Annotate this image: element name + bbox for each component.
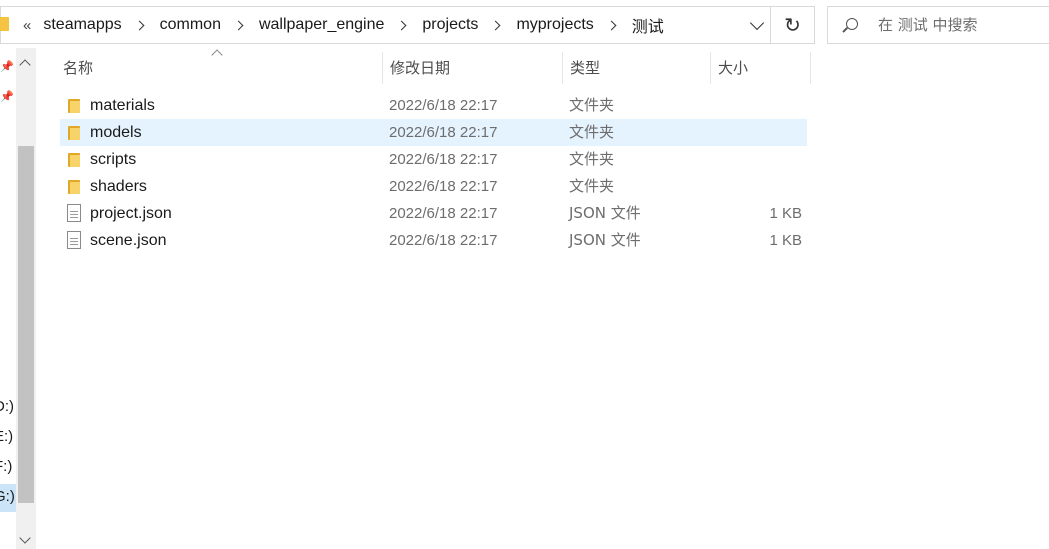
address-bar[interactable]: « steamapps common wallpaper_engine proj… bbox=[0, 6, 815, 44]
nav-item-drive[interactable]: G:) bbox=[0, 488, 15, 505]
file-date: 2022/6/18 22:17 bbox=[389, 205, 498, 222]
nav-scrollbar[interactable] bbox=[16, 48, 36, 549]
file-name: models bbox=[90, 124, 142, 141]
column-header-date[interactable]: 修改日期 bbox=[382, 52, 562, 84]
folder-icon bbox=[0, 17, 9, 31]
navigation-pane: 📌 📌 D:) E:) F:) G:) bbox=[0, 48, 38, 549]
json-file-icon bbox=[67, 204, 81, 222]
breadcrumb: « steamapps common wallpaper_engine proj… bbox=[23, 7, 666, 43]
refresh-button[interactable]: ↻ bbox=[770, 7, 814, 43]
file-date: 2022/6/18 22:17 bbox=[389, 151, 498, 168]
pin-icon: 📌 bbox=[0, 91, 14, 103]
folder-icon bbox=[68, 126, 80, 140]
chevron-right-icon[interactable] bbox=[606, 20, 617, 30]
nav-item-drive[interactable]: F:) bbox=[0, 458, 12, 475]
file-row[interactable]: scene.json 2022/6/18 22:17 JSON 文件 1 KB bbox=[60, 227, 807, 254]
folder-icon bbox=[68, 99, 80, 113]
file-type: JSON 文件 bbox=[569, 204, 641, 222]
breadcrumb-steamapps[interactable]: steamapps bbox=[41, 16, 123, 34]
json-file-icon bbox=[67, 231, 81, 249]
file-type: 文件夹 bbox=[569, 150, 615, 168]
breadcrumb-wallpaper-engine[interactable]: wallpaper_engine bbox=[257, 16, 386, 34]
overflow-chevron-icon[interactable]: « bbox=[23, 17, 31, 34]
breadcrumb-common[interactable]: common bbox=[158, 16, 223, 34]
file-name: project.json bbox=[90, 205, 172, 222]
file-row[interactable]: project.json 2022/6/18 22:17 JSON 文件 1 K… bbox=[60, 200, 807, 227]
column-header-name[interactable]: 名称 bbox=[55, 52, 382, 84]
search-box[interactable]: 在 测试 中搜索 bbox=[827, 6, 1049, 44]
nav-item-drive[interactable]: E:) bbox=[0, 428, 13, 445]
file-row[interactable]: materials 2022/6/18 22:17 文件夹 bbox=[60, 92, 807, 119]
folder-icon bbox=[68, 153, 80, 167]
file-date: 2022/6/18 22:17 bbox=[389, 124, 498, 141]
file-type: 文件夹 bbox=[569, 123, 615, 141]
file-row[interactable]: shaders 2022/6/18 22:17 文件夹 bbox=[60, 173, 807, 200]
column-header-size[interactable]: 大小 bbox=[710, 52, 810, 84]
file-name: scene.json bbox=[90, 232, 167, 249]
scroll-down-icon[interactable] bbox=[19, 532, 31, 544]
file-name: materials bbox=[90, 97, 155, 114]
chevron-right-icon[interactable] bbox=[396, 20, 407, 30]
scroll-thumb[interactable] bbox=[18, 146, 34, 503]
scroll-up-icon[interactable] bbox=[19, 59, 31, 71]
file-type: JSON 文件 bbox=[569, 231, 641, 249]
breadcrumb-myprojects[interactable]: myprojects bbox=[514, 16, 595, 34]
search-input[interactable]: 在 测试 中搜索 bbox=[878, 7, 978, 43]
file-name: scripts bbox=[90, 151, 137, 168]
column-header-type[interactable]: 类型 bbox=[562, 52, 710, 84]
file-date: 2022/6/18 22:17 bbox=[389, 178, 498, 195]
file-size: 1 KB bbox=[769, 232, 802, 249]
chevron-right-icon[interactable] bbox=[233, 20, 244, 30]
breadcrumb-projects[interactable]: projects bbox=[420, 16, 480, 34]
file-size: 1 KB bbox=[769, 205, 802, 222]
file-date: 2022/6/18 22:17 bbox=[389, 97, 498, 114]
file-type: 文件夹 bbox=[569, 177, 615, 195]
file-name: shaders bbox=[90, 178, 147, 195]
folder-icon bbox=[68, 180, 80, 194]
pin-icon: 📌 bbox=[0, 61, 14, 73]
chevron-right-icon[interactable] bbox=[490, 20, 501, 30]
file-type: 文件夹 bbox=[569, 96, 615, 114]
column-divider[interactable] bbox=[810, 52, 811, 84]
chevron-down-icon[interactable] bbox=[749, 15, 765, 31]
refresh-icon: ↻ bbox=[784, 14, 801, 37]
search-icon bbox=[846, 18, 858, 30]
nav-item-drive[interactable]: D:) bbox=[0, 398, 14, 415]
chevron-right-icon[interactable] bbox=[134, 20, 145, 30]
file-row[interactable]: models 2022/6/18 22:17 文件夹 bbox=[60, 119, 807, 146]
file-date: 2022/6/18 22:17 bbox=[389, 232, 498, 249]
breadcrumb-current[interactable]: 测试 bbox=[630, 13, 666, 37]
file-row[interactable]: scripts 2022/6/18 22:17 文件夹 bbox=[60, 146, 807, 173]
